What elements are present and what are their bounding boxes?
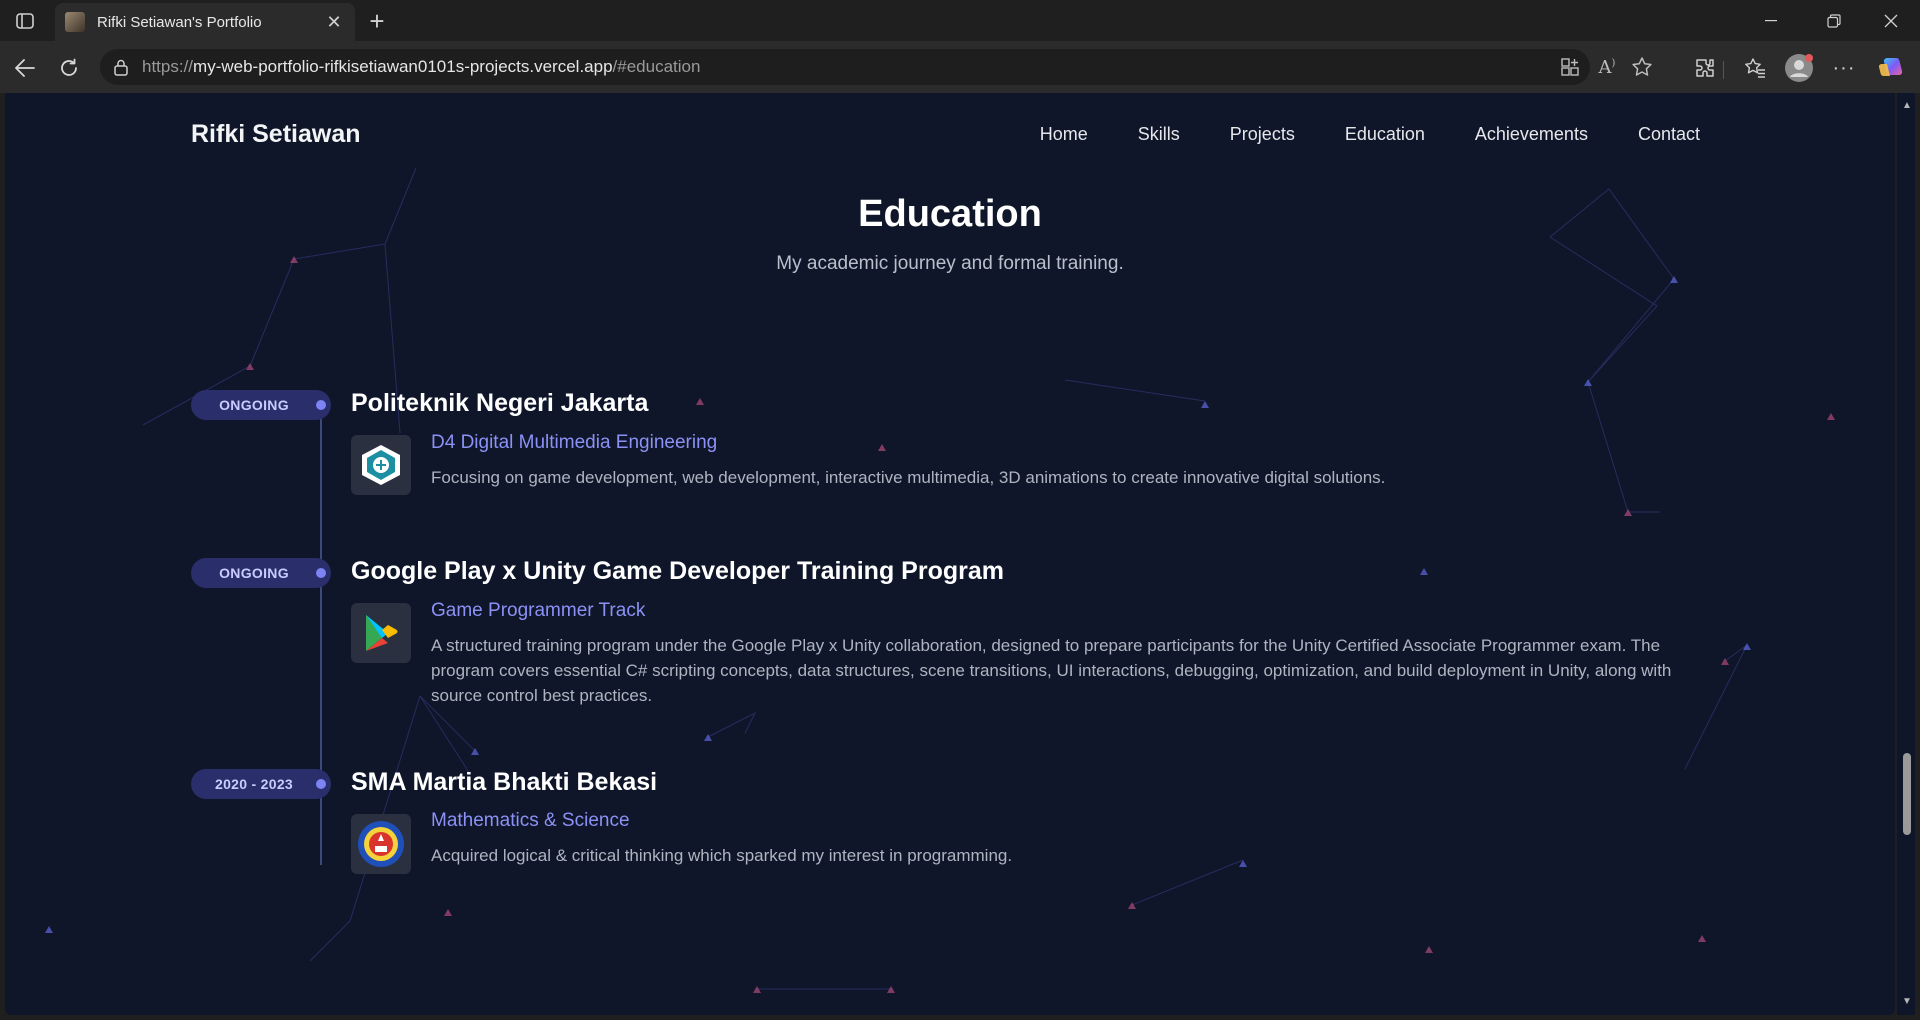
- entry-description: Focusing on game development, web develo…: [431, 468, 1386, 487]
- extensions-icon[interactable]: [1690, 53, 1720, 83]
- nav-skills[interactable]: Skills: [1138, 124, 1180, 145]
- url-text[interactable]: https://my-web-portfolio-rifkisetiawan01…: [142, 57, 700, 77]
- browser-tabstrip: Rifki Setiawan's Portfolio ✕ +: [0, 0, 1920, 41]
- reload-icon[interactable]: [53, 52, 85, 84]
- page-scrollbar[interactable]: ▲ ▼: [1897, 93, 1915, 1015]
- nav-projects[interactable]: Projects: [1230, 124, 1295, 145]
- entry-title: Politeknik Negeri Jakarta: [351, 389, 649, 417]
- nav-education[interactable]: Education: [1345, 124, 1425, 145]
- favorite-star-icon[interactable]: [1630, 55, 1654, 79]
- entry-description: A structured training program under the …: [431, 636, 1672, 705]
- entry-subtitle: Game Programmer Track: [431, 600, 646, 621]
- site-nav: Home Skills Projects Education Achieveme…: [990, 124, 1700, 145]
- pnj-logo-icon: [351, 435, 411, 495]
- address-bar[interactable]: https://my-web-portfolio-rifkisetiawan01…: [100, 49, 1652, 85]
- scroll-up-icon[interactable]: ▲: [1901, 101, 1913, 111]
- timeline-dot: [316, 779, 326, 789]
- status-badge: 2020 - 2023: [191, 769, 331, 799]
- restore-icon[interactable]: [1805, 0, 1863, 41]
- new-tab-icon[interactable]: +: [362, 6, 392, 36]
- site-brand[interactable]: Rifki Setiawan: [191, 120, 361, 149]
- profile-avatar-icon[interactable]: [1784, 53, 1814, 83]
- tab-favicon-icon: [65, 12, 85, 32]
- copilot-icon[interactable]: [1876, 53, 1906, 83]
- read-aloud-icon[interactable]: A): [1595, 55, 1619, 79]
- minimize-icon[interactable]: [1742, 0, 1800, 41]
- google-play-icon: [351, 603, 411, 663]
- window-close-icon[interactable]: [1862, 0, 1920, 41]
- nav-home[interactable]: Home: [1040, 124, 1088, 145]
- tab-title: Rifki Setiawan's Portfolio: [97, 13, 262, 31]
- nav-achievements[interactable]: Achievements: [1475, 124, 1588, 145]
- more-options-icon[interactable]: ···: [1829, 53, 1859, 83]
- favorites-icon[interactable]: [1740, 53, 1770, 83]
- scroll-down-icon[interactable]: ▼: [1901, 997, 1913, 1007]
- browser-tab-active[interactable]: Rifki Setiawan's Portfolio ✕: [55, 3, 355, 41]
- page-viewport: Rifki Setiawan Home Skills Projects Educ…: [5, 93, 1895, 1015]
- entry-subtitle: Mathematics & Science: [431, 810, 630, 831]
- status-badge: ONGOING: [191, 390, 331, 420]
- url-prefix: https://: [142, 57, 194, 76]
- status-badge: ONGOING: [191, 558, 331, 588]
- timeline-dot: [316, 568, 326, 578]
- entry-subtitle: D4 Digital Multimedia Engineering: [431, 432, 718, 453]
- scroll-thumb[interactable]: [1903, 753, 1911, 835]
- app-available-icon[interactable]: [1558, 55, 1582, 79]
- entry-title: Google Play x Unity Game Developer Train…: [351, 557, 1004, 585]
- entry-description: Acquired logical & critical thinking whi…: [431, 846, 1013, 865]
- toolbar-divider: [1723, 61, 1724, 79]
- url-host: my-web-portfolio-rifkisetiawan0101s-proj…: [193, 57, 613, 76]
- timeline-dot: [316, 400, 326, 410]
- lock-icon[interactable]: [112, 58, 130, 76]
- nav-contact[interactable]: Contact: [1638, 124, 1700, 145]
- browser-toolbar: https://my-web-portfolio-rifkisetiawan01…: [0, 41, 1920, 93]
- url-path: /#education: [612, 57, 701, 76]
- back-icon[interactable]: [9, 52, 41, 84]
- section-subtitle: My academic journey and formal training.: [776, 253, 1124, 274]
- section-title: Education: [858, 193, 1042, 235]
- tab-actions-icon[interactable]: [10, 8, 40, 34]
- tab-close-icon[interactable]: ✕: [323, 11, 345, 33]
- entry-title: SMA Martia Bhakti Bekasi: [351, 768, 658, 796]
- school-crest-icon: [351, 814, 411, 874]
